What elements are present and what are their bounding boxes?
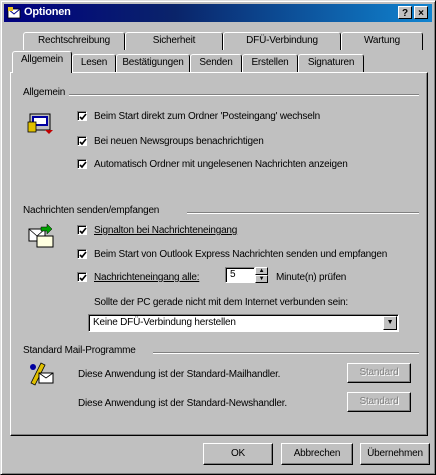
title-bar[interactable]: Optionen ? × <box>4 4 432 22</box>
ok-button[interactable]: OK <box>203 443 273 465</box>
tab-rechtschreibung[interactable]: Rechtschreibung <box>23 32 125 50</box>
tab-senden[interactable]: Senden <box>190 54 242 72</box>
help-button[interactable]: ? <box>398 6 412 19</box>
options-dialog: Optionen ? × Rechtschreibung Sicherheit … <box>0 0 436 475</box>
tab-erstellen[interactable]: Erstellen <box>242 54 298 72</box>
tab-sicherheit[interactable]: Sicherheit <box>125 32 223 50</box>
tab-dfu-verbindung[interactable]: DFÜ-Verbindung <box>223 32 341 50</box>
tab-lesen[interactable]: Lesen <box>72 54 116 72</box>
tab-bestaetigungen[interactable]: Bestätigungen <box>116 54 190 72</box>
tab-signaturen[interactable]: Signaturen <box>298 54 364 72</box>
tab-panel-allgemein <box>10 72 428 436</box>
tab-wartung[interactable]: Wartung <box>341 32 423 50</box>
close-button[interactable]: × <box>414 6 428 19</box>
apply-button[interactable]: Übernehmen <box>360 443 430 465</box>
tab-allgemein[interactable]: Allgemein <box>12 51 72 73</box>
outlook-app-icon <box>7 7 21 19</box>
cancel-button[interactable]: Abbrechen <box>281 443 353 465</box>
window-title: Optionen <box>24 6 71 18</box>
